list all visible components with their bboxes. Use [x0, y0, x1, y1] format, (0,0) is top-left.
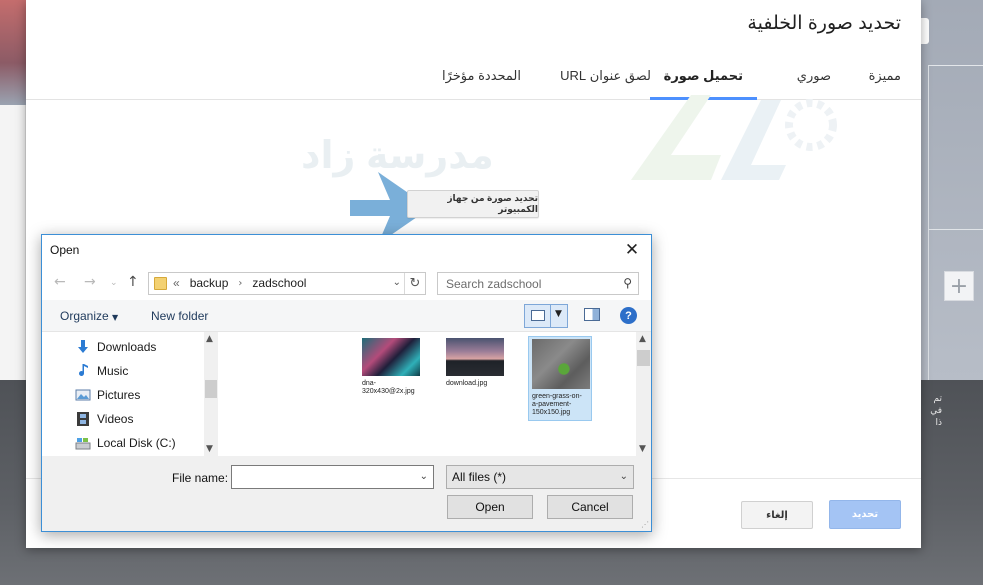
nav-item-label: Downloads: [97, 340, 157, 354]
organize-menu[interactable]: Organize ▼: [60, 309, 118, 323]
view-dropdown-icon[interactable]: ▼: [555, 309, 562, 319]
up-arrow-icon[interactable]: ↑: [127, 274, 139, 290]
background-thumbnail: [0, 0, 26, 105]
change-view-button[interactable]: ▼: [524, 304, 568, 328]
file-name: download.jpg: [446, 380, 488, 387]
background-divider: [928, 229, 983, 230]
navigation-pane-scrollbar[interactable]: ▲ ▼: [204, 332, 218, 456]
nav-item-videos[interactable]: Videos: [75, 411, 133, 427]
download-arrow-icon: [78, 340, 88, 353]
nav-item-pictures[interactable]: Pictures: [75, 387, 140, 403]
breadcrumb: « backup › zadschool: [173, 276, 306, 290]
close-icon[interactable]: ✕: [619, 238, 645, 262]
breadcrumb-backup[interactable]: backup: [190, 276, 229, 290]
forward-arrow-icon[interactable]: →: [84, 274, 96, 290]
open-button[interactable]: Open: [447, 495, 533, 519]
file-name-input[interactable]: ⌄: [231, 465, 434, 489]
help-icon[interactable]: ?: [620, 307, 637, 324]
background-right-panel: [928, 65, 983, 380]
navigation-bar: ← → ⌄ ↑ « backup › zadschool ⌄ ↻ Search …: [42, 266, 651, 300]
toolbar: Organize ▼ New folder ▼ ?: [42, 300, 651, 332]
scrollbar-thumb[interactable]: [637, 350, 650, 366]
scroll-down-icon[interactable]: ▼: [639, 444, 646, 454]
nav-item-label: Pictures: [97, 388, 141, 402]
background-left-strip: [0, 105, 26, 380]
background-right-tab: [921, 18, 929, 44]
breadcrumb-overflow[interactable]: «: [173, 276, 180, 290]
film-icon: [77, 412, 89, 426]
scrollbar-thumb[interactable]: [205, 380, 217, 398]
tab-featured[interactable]: مميزة: [869, 64, 901, 100]
file-item[interactable]: download.jpg: [446, 338, 510, 388]
address-bar[interactable]: « backup › zadschool ⌄ ↻: [148, 272, 426, 295]
nav-item-music[interactable]: Music: [75, 363, 128, 379]
file-name: green-grass-on-a-pavement-150x150.jpg: [532, 393, 582, 416]
file-type-value: All files (*): [452, 470, 507, 484]
nav-item-local-disk[interactable]: Local Disk (C:): [75, 435, 176, 451]
folder-icon: [154, 277, 167, 290]
nav-item-label: Videos: [97, 412, 134, 426]
tab-recently-selected[interactable]: المحددة مؤخرًا: [442, 64, 521, 100]
choose-from-computer-button[interactable]: تحديد صورة من جهاز الكمبيوتر: [407, 190, 539, 218]
cancel-button[interactable]: إلغاء: [741, 501, 813, 529]
file-thumbnail-dna: [362, 338, 420, 376]
file-thumbnail-grass: [532, 339, 590, 389]
open-cancel-button[interactable]: Cancel: [547, 495, 633, 519]
navigation-pane: Downloads Music Pictures Videos Local Di…: [42, 332, 218, 456]
file-item-selected[interactable]: green-grass-on-a-pavement-150x150.jpg: [528, 336, 592, 421]
resize-grip-icon[interactable]: ⋰: [641, 520, 649, 529]
pictures-icon: [75, 389, 91, 401]
scroll-up-icon[interactable]: ▲: [206, 334, 213, 344]
open-dialog-titlebar: Open ✕: [42, 235, 651, 266]
scroll-down-icon[interactable]: ▼: [206, 444, 213, 454]
disk-drive-icon: [75, 438, 91, 450]
file-type-select[interactable]: All files (*) ⌄: [446, 465, 634, 489]
tab-paste-url[interactable]: لصق عنوان URL: [560, 64, 651, 100]
view-button-separator: [550, 305, 551, 327]
preview-pane-icon[interactable]: [584, 308, 600, 321]
search-input[interactable]: Search zadschool ⚲: [437, 272, 639, 295]
file-list-scrollbar[interactable]: ▲ ▼: [636, 332, 651, 456]
address-dropdown-icon[interactable]: ⌄: [393, 277, 401, 288]
file-name-dropdown-icon[interactable]: ⌄: [420, 471, 428, 482]
dialog-title: تحديد صورة الخلفية: [747, 13, 901, 34]
file-list: dna-320x430@2x.jpg download.jpg green-gr…: [218, 332, 636, 456]
new-folder-button[interactable]: New folder: [151, 309, 208, 323]
scroll-up-icon[interactable]: ▲: [639, 334, 646, 344]
breadcrumb-separator-icon: ›: [238, 277, 243, 289]
search-placeholder: Search zadschool: [446, 277, 542, 291]
watermark-logo-icon: [631, 95, 837, 180]
organize-label: Organize: [60, 309, 109, 323]
select-button[interactable]: تحديد: [829, 500, 901, 529]
recent-locations-chevron-icon[interactable]: ⌄: [110, 278, 118, 288]
view-icon: [531, 310, 545, 321]
search-icon: ⚲: [623, 276, 632, 290]
breadcrumb-zadschool[interactable]: zadschool: [252, 276, 306, 290]
nav-item-downloads[interactable]: Downloads: [75, 339, 156, 355]
background-caption: تم في ذا: [930, 393, 942, 427]
back-arrow-icon[interactable]: ←: [54, 274, 66, 290]
file-item[interactable]: dna-320x430@2x.jpg: [362, 338, 426, 396]
file-name: dna-320x430@2x.jpg: [362, 380, 415, 395]
file-name-label: File name:: [172, 471, 229, 485]
tab-my-photos[interactable]: صوري: [797, 64, 831, 100]
open-file-dialog: Open ✕ ← → ⌄ ↑ « backup › zadschool ⌄ ↻ …: [41, 234, 652, 532]
add-section-button[interactable]: +: [944, 271, 974, 301]
open-dialog-title: Open: [50, 243, 80, 257]
dialog-tabs: مميزة صوري تحميل صورة لصق عنوان URL المح…: [26, 64, 921, 100]
file-type-dropdown-icon[interactable]: ⌄: [620, 471, 628, 482]
file-thumbnail-download: [446, 338, 504, 376]
organize-dropdown-icon: ▼: [112, 313, 119, 322]
music-note-icon: [79, 364, 88, 376]
refresh-icon[interactable]: ↻: [404, 273, 425, 294]
tab-upload-image[interactable]: تحميل صورة: [649, 64, 757, 100]
nav-item-label: Local Disk (C:): [97, 436, 176, 450]
nav-item-label: Music: [97, 364, 129, 378]
